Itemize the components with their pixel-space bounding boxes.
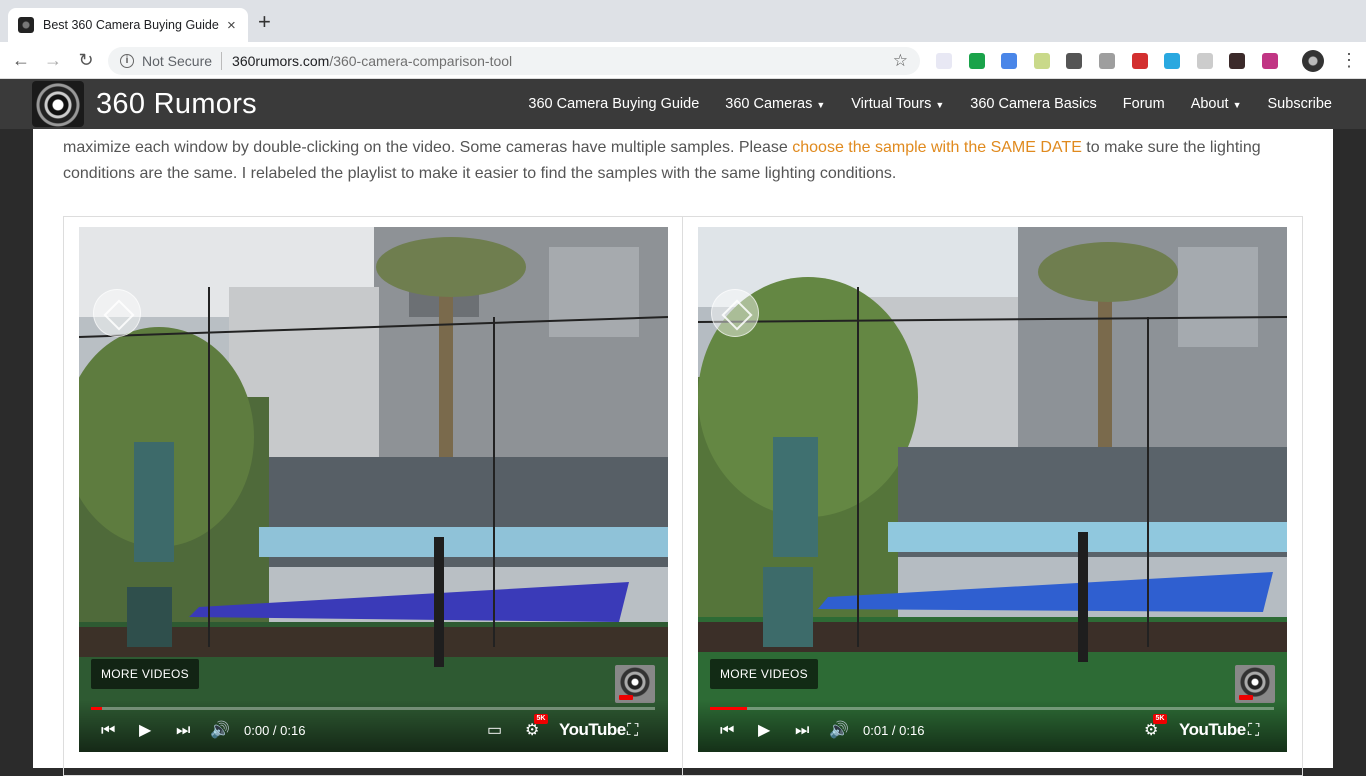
- time-display: 0:00 / 0:16: [244, 723, 306, 738]
- browser-tab-strip: Best 360 Camera Buying Guide × +: [0, 0, 1366, 42]
- checkmark-extension-icon[interactable]: [968, 53, 985, 69]
- captions-icon[interactable]: ▭: [487, 722, 502, 740]
- site-header: 360 Rumors 360 Camera Buying Guide 360 Ca…: [0, 79, 1366, 129]
- nav-item-about[interactable]: About ▼: [1191, 96, 1242, 112]
- nav-item-label: 360 Camera Buying Guide: [528, 96, 700, 112]
- article-text-before: maximize each window by double-clicking …: [63, 139, 793, 156]
- nav-item-forum[interactable]: Forum: [1123, 96, 1165, 112]
- channel-subscribe-icon[interactable]: [1235, 665, 1275, 703]
- nav-item-virtual-tours[interactable]: Virtual Tours ▼: [851, 96, 944, 112]
- nav-item-label: 360 Cameras: [725, 96, 813, 112]
- rainbow-extension-icon[interactable]: [936, 53, 952, 69]
- nav-item-label: About: [1190, 96, 1229, 112]
- nav-item-360-cameras[interactable]: 360 Cameras ▼: [725, 96, 825, 112]
- site-logo[interactable]: [32, 81, 84, 127]
- back-icon[interactable]: ←: [11, 50, 31, 70]
- comparison-grid: MORE VIDEOS ⏮ ▶ ⏭ 🔊 0:00 / 0:16 ▭ ⚙ 5K Y…: [63, 216, 1303, 776]
- nav-item-label: Subscribe: [1267, 96, 1332, 112]
- youtube-logo[interactable]: YouTube: [1179, 720, 1246, 740]
- fullscreen-icon[interactable]: ⛶: [1248, 722, 1259, 740]
- reload-icon[interactable]: ↻: [76, 50, 96, 70]
- nav-item-subscribe[interactable]: Subscribe: [1268, 96, 1332, 112]
- main-nav: 360 Camera Buying Guide 360 Cameras ▼ Virtu…: [502, 79, 1332, 129]
- settings-icon[interactable]: ⚙: [525, 722, 539, 740]
- fullscreen-icon[interactable]: ⛶: [627, 722, 638, 740]
- channel-subscribe-icon[interactable]: [615, 665, 655, 703]
- nav-item-360-camera-basics[interactable]: 360 Camera Basics: [970, 96, 1097, 112]
- iq-extension-icon[interactable]: [1164, 53, 1181, 69]
- article-paragraph: maximize each window by double-clicking …: [63, 135, 1303, 187]
- more-videos-button[interactable]: MORE VIDEOS: [91, 659, 199, 689]
- video-player-left[interactable]: MORE VIDEOS ⏮ ▶ ⏭ 🔊 0:00 / 0:16 ▭ ⚙ 5K Y…: [79, 227, 668, 752]
- previous-icon[interactable]: ⏮: [101, 722, 115, 740]
- profile-avatar[interactable]: [1302, 50, 1324, 72]
- grid-extension-icon[interactable]: [1196, 53, 1213, 69]
- close-tab-icon[interactable]: ×: [227, 18, 236, 33]
- address-separator: [221, 52, 223, 70]
- nav-item-label: 360 Camera Basics: [970, 96, 1097, 112]
- security-label: Not Secure: [142, 53, 213, 69]
- instagram-extension-icon[interactable]: [1262, 53, 1278, 69]
- browser-menu-icon[interactable]: ⋮: [1340, 50, 1358, 70]
- grid-divider: [682, 217, 683, 775]
- url-path: /360-camera-comparison-tool: [329, 53, 513, 69]
- chevron-down-icon: ▼: [816, 100, 826, 110]
- time-display: 0:01 / 0:16: [863, 723, 925, 738]
- info-icon[interactable]: i: [120, 54, 134, 68]
- new-tab-icon[interactable]: +: [258, 11, 271, 33]
- volume-icon[interactable]: 🔊: [210, 722, 230, 740]
- progress-fill: [710, 707, 748, 710]
- play-icon[interactable]: ▶: [139, 722, 151, 740]
- forward-icon[interactable]: →: [43, 50, 63, 70]
- address-bar[interactable]: i Not Secure 360rumors.com/360-camera-co…: [108, 47, 920, 75]
- volume-icon[interactable]: 🔊: [829, 722, 849, 740]
- notes-extension-icon[interactable]: [1033, 53, 1050, 69]
- play-icon[interactable]: ▶: [758, 722, 770, 740]
- hd-badge: 5K: [534, 714, 548, 724]
- pan-control-icon[interactable]: [93, 289, 141, 337]
- more-videos-button[interactable]: MORE VIDEOS: [710, 659, 818, 689]
- player-controls: ⏮ ▶ ⏭ 🔊 0:01 / 0:16 ⚙ 5K YouTube ⛶: [698, 700, 1287, 752]
- progress-bar[interactable]: [91, 707, 655, 710]
- url-host: 360rumors.com: [232, 53, 330, 69]
- next-icon[interactable]: ⏭: [795, 722, 809, 740]
- site-name[interactable]: 360 Rumors: [96, 88, 257, 121]
- page-content: maximize each window by double-clicking …: [33, 129, 1333, 776]
- tab-extension-icon[interactable]: [1099, 53, 1115, 69]
- hd-badge: 5K: [1153, 714, 1167, 724]
- previous-icon[interactable]: ⏮: [720, 722, 734, 740]
- pan-control-icon[interactable]: [711, 289, 759, 337]
- browser-tab[interactable]: Best 360 Camera Buying Guide ×: [8, 8, 248, 42]
- nav-item-label: Forum: [1122, 96, 1165, 112]
- translate-extension-icon[interactable]: [1001, 53, 1018, 69]
- next-icon[interactable]: ⏭: [176, 722, 190, 740]
- settings-icon[interactable]: ⚙: [1144, 722, 1158, 740]
- chevron-down-icon: ▼: [935, 100, 945, 110]
- browser-toolbar: ← → ↻ i Not Secure 360rumors.com/360-cam…: [0, 42, 1366, 79]
- shield-extension-icon[interactable]: [1066, 53, 1083, 69]
- site-favicon-icon: [18, 17, 34, 33]
- player-controls: ⏮ ▶ ⏭ 🔊 0:00 / 0:16 ▭ ⚙ 5K YouTube ⛶: [79, 700, 668, 752]
- bh-extension-icon[interactable]: [1131, 53, 1148, 69]
- video-player-right[interactable]: MORE VIDEOS ⏮ ▶ ⏭ 🔊 0:01 / 0:16 ⚙ 5K You…: [698, 227, 1287, 752]
- nav-item-360-camera-buying-guide[interactable]: 360 Camera Buying Guide: [528, 96, 699, 112]
- tab-title: Best 360 Camera Buying Guide: [43, 18, 219, 32]
- chevron-down-icon: ▼: [1232, 100, 1242, 110]
- progress-bar[interactable]: [710, 707, 1274, 710]
- same-date-link[interactable]: choose the sample with the SAME DATE: [792, 139, 1082, 156]
- youtube-logo[interactable]: YouTube: [559, 720, 626, 740]
- bookmark-star-icon[interactable]: ☆: [893, 51, 908, 71]
- progress-fill: [91, 707, 103, 710]
- nav-item-label: Virtual Tours: [851, 96, 932, 112]
- k-extension-icon[interactable]: [1229, 53, 1246, 69]
